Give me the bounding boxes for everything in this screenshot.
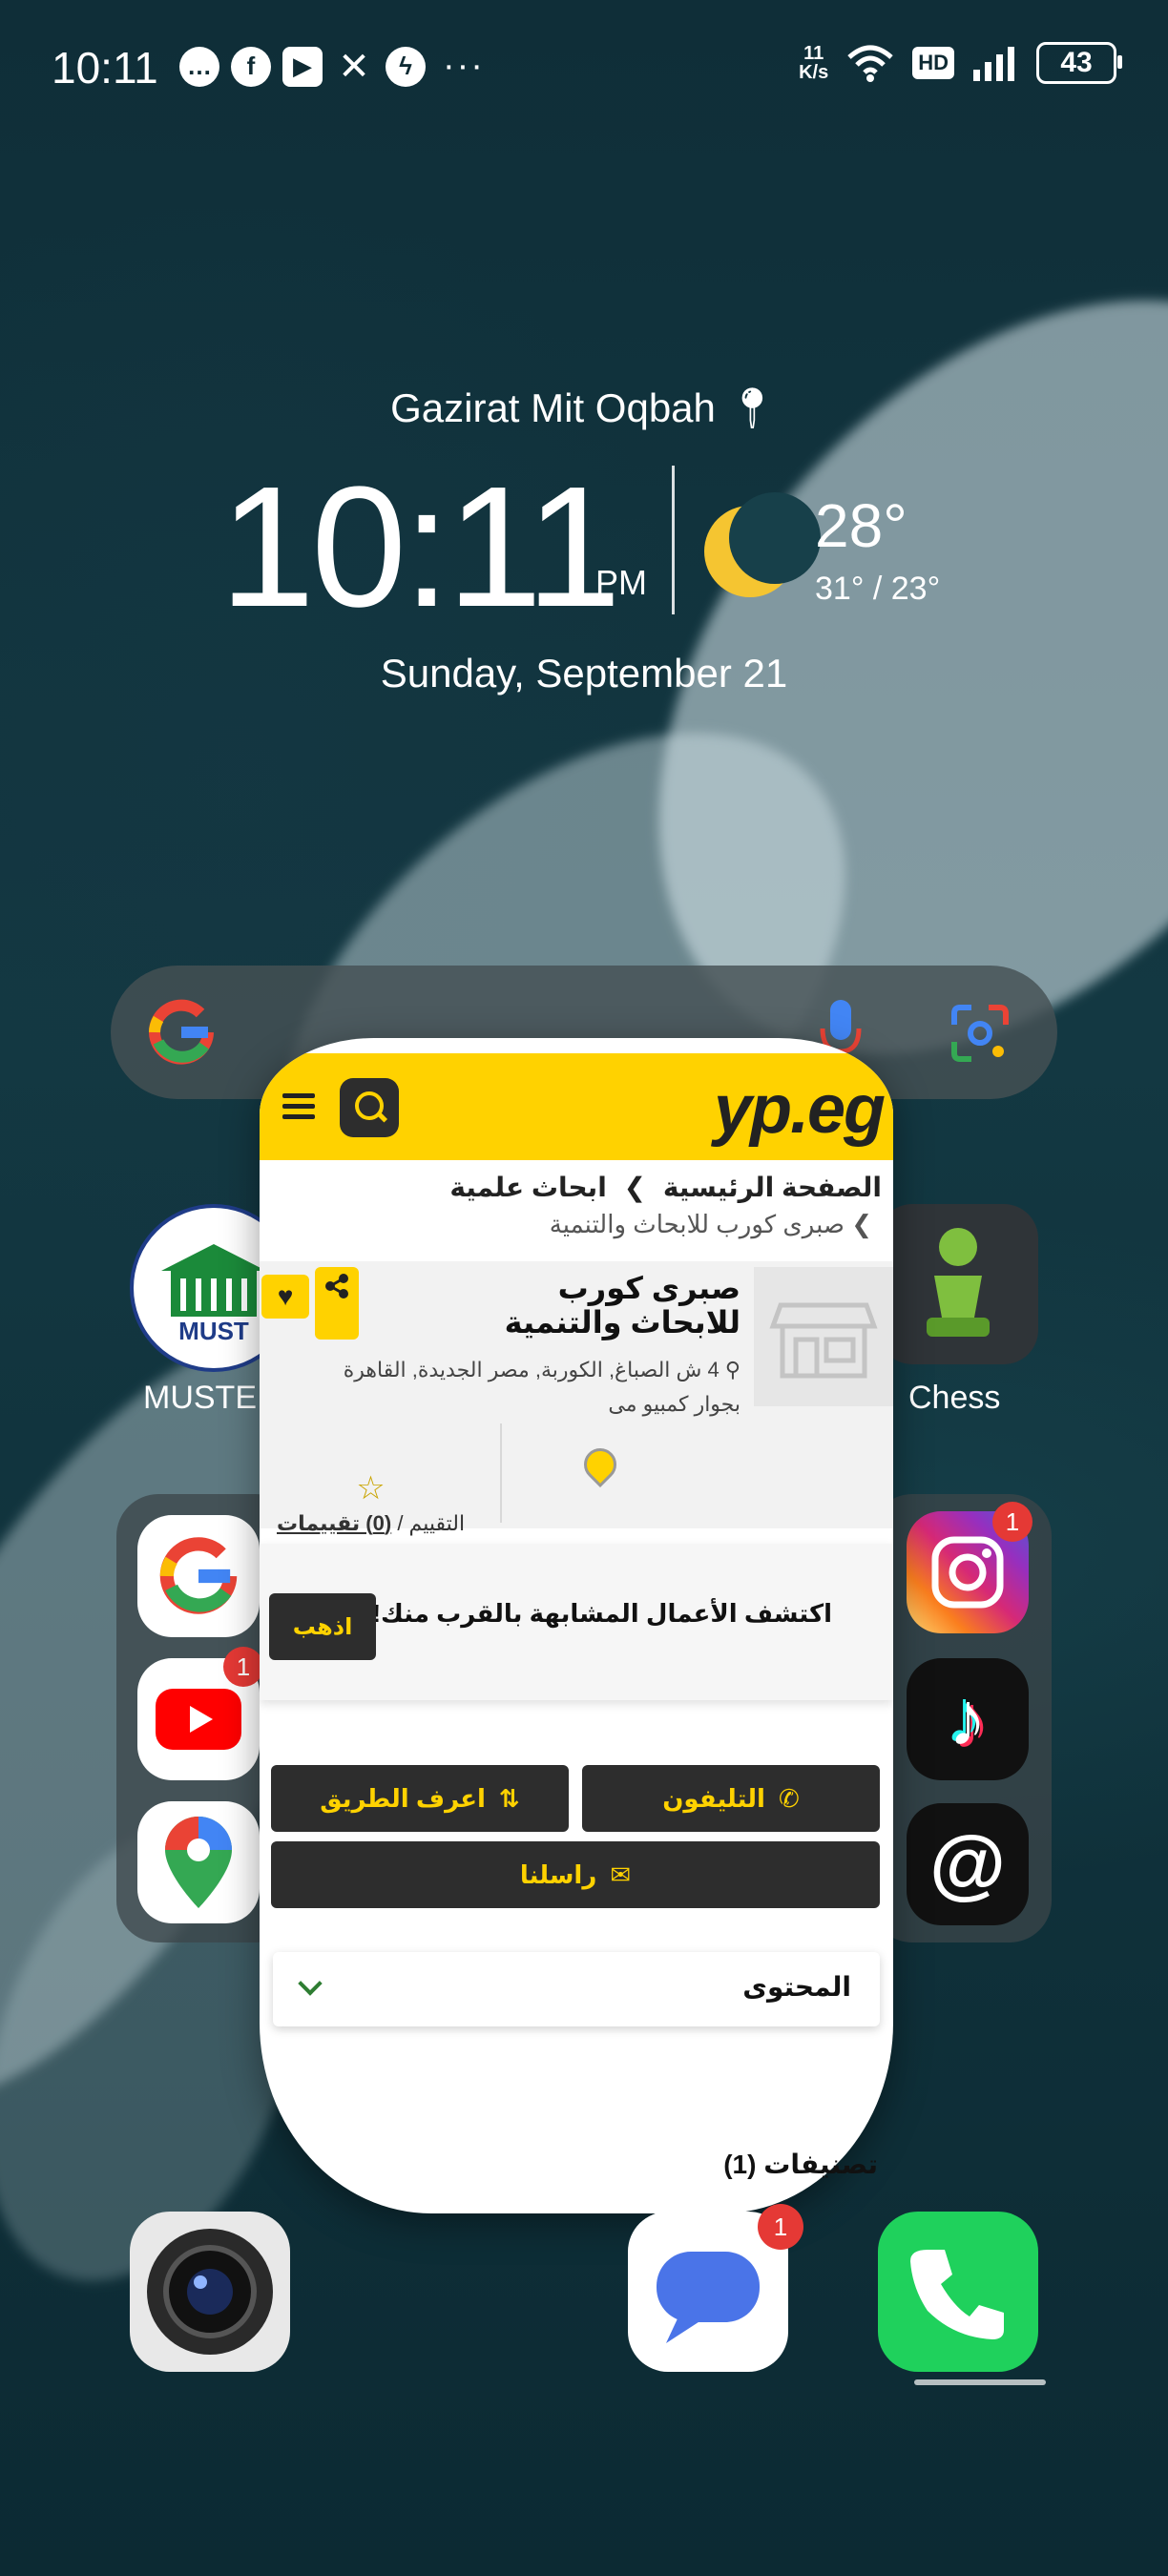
menu-icon[interactable] [282, 1088, 315, 1125]
phone-icon: ✆ [778, 1783, 800, 1813]
content-accordion[interactable]: المحتوى [273, 1952, 880, 2026]
share-icon [325, 1274, 348, 1298]
discover-banner: اكتشف الأعمال المشابهة بالقرب منك! اذهب [260, 1544, 893, 1700]
business-address: ⚲ 4 ش الصباغ, الكوربة, مصر الجديدة, القا… [292, 1353, 740, 1422]
message-button-label: راسلنا [519, 1859, 597, 1889]
chevron-down-icon [298, 1971, 323, 1996]
ratings-link[interactable]: (0) تقييمات [277, 1511, 391, 1535]
more-notifications-icon: ··· [443, 46, 485, 86]
yp-header: yp.eg [260, 1053, 893, 1160]
info-divider [500, 1423, 502, 1523]
current-temperature[interactable]: 28° [815, 490, 907, 561]
breadcrumb-current: ❯ صبرى كورب للابحاث والتنمية [549, 1210, 872, 1238]
business-card: صبرى كورب للابحاث والتنمية ⚲ 4 ش الصباغ,… [260, 1261, 893, 1535]
svg-text:MUST: MUST [178, 1317, 249, 1345]
must-app-label: MUSTE [143, 1380, 257, 1416]
business-name: صبرى كورب للابحاث والتنمية [504, 1271, 740, 1340]
chat-icon: … [179, 46, 219, 87]
rating-row: ☆ التقييم / (0) تقييمات [277, 1469, 465, 1536]
battery-icon: 43 [1036, 42, 1122, 84]
signpost-icon: ⇅ [498, 1783, 520, 1813]
categories-heading: تصنيفات (1) [723, 2150, 878, 2179]
discover-text: اكتشف الأعمال المشابهة بالقرب منك! [372, 1599, 832, 1628]
network-speed-unit: K/s [799, 62, 829, 83]
hd-voice-icon: HD [912, 47, 954, 79]
tiktok-note-icon: ♪ [949, 1676, 987, 1761]
status-time: 10:11 [52, 43, 158, 93]
phone-button[interactable]: التليفون ✆ [582, 1765, 880, 1832]
clock-time[interactable]: 10:11 [219, 448, 621, 646]
chess-app-label: Chess [908, 1380, 1001, 1416]
go-button[interactable]: اذهب [269, 1593, 376, 1660]
share-button[interactable] [315, 1267, 359, 1340]
clock-ampm: PM [595, 563, 647, 602]
star-icon: ☆ [356, 1470, 386, 1506]
address-pin-icon: ⚲ [724, 1358, 740, 1381]
tiktok-app-icon[interactable]: ♪ [907, 1658, 1029, 1780]
weather-location[interactable]: Gazirat Mit Oqbah 📍︎ [0, 385, 1168, 432]
directions-button-label: اعرف الطريق [320, 1783, 486, 1813]
status-bar: 10:11 … f ▶ ✕ ϟ ··· 11 K/s HD 43 [0, 0, 1168, 134]
threads-app-icon[interactable]: @ [907, 1803, 1029, 1925]
map-pin-icon[interactable] [576, 1441, 624, 1488]
location-label: Gazirat Mit Oqbah [390, 385, 716, 430]
maps-app-icon[interactable] [137, 1801, 260, 1923]
facebook-icon: f [231, 46, 271, 87]
breadcrumb-separator-icon: ❯ [623, 1173, 647, 1202]
widget-date[interactable]: Sunday, September 21 [0, 651, 1168, 696]
messages-badge: 1 [758, 2204, 803, 2250]
temperature-range: 31° / 23° [815, 571, 941, 607]
envelope-icon: ✉ [610, 1859, 632, 1889]
x-icon: ✕ [338, 45, 370, 88]
breadcrumb-home[interactable]: الصفحة الرئيسية [663, 1173, 882, 1202]
content-accordion-label: المحتوى [742, 1972, 851, 2002]
phone-handset-icon [910, 2250, 1004, 2339]
recent-app-card[interactable]: yp.eg الصفحة الرئيسية ❯ ابحاث علمية ❯ صب… [260, 1038, 893, 2213]
message-button[interactable]: راسلنا ✉ [271, 1841, 880, 1908]
google-lens-icon[interactable] [950, 1004, 1010, 1063]
chess-app-icon[interactable] [878, 1204, 1038, 1364]
network-speed: 11 K/s [799, 44, 828, 82]
messenger-icon: ϟ [386, 46, 426, 87]
battery-level: 43 [1060, 47, 1093, 78]
favorite-button[interactable]: ♥ [261, 1275, 309, 1319]
rating-label: التقييم / [397, 1511, 466, 1535]
breadcrumb: الصفحة الرئيسية ❯ ابحاث علمية [449, 1172, 882, 1203]
threads-logo-icon: @ [929, 1820, 1006, 1907]
gesture-bar[interactable] [914, 2379, 1046, 2385]
camera-app-icon[interactable] [130, 2212, 290, 2372]
heart-icon: ♥ [277, 1281, 294, 1311]
breadcrumb-category[interactable]: ابحاث علمية [449, 1173, 606, 1202]
directions-button[interactable]: اعرف الطريق ⇅ [271, 1765, 569, 1832]
wifi-icon [847, 45, 893, 82]
instagram-badge: 1 [992, 1502, 1032, 1542]
notification-icons: … f ▶ ✕ ϟ ··· [179, 45, 485, 88]
phone-button-label: التليفون [662, 1783, 765, 1813]
store-placeholder-icon [754, 1267, 893, 1406]
search-icon[interactable] [340, 1078, 399, 1137]
network-speed-value: 11 [803, 43, 824, 64]
widget-divider [672, 466, 675, 614]
google-logo-icon [145, 996, 218, 1082]
moon-icon [704, 492, 821, 597]
youtube-icon: ▶ [282, 46, 323, 87]
google-app-icon[interactable] [137, 1515, 260, 1637]
address-text: 4 ش الصباغ, الكوربة, مصر الجديدة, القاهر… [343, 1358, 740, 1416]
signal-icon [973, 47, 1014, 81]
youtube-badge: 1 [223, 1647, 263, 1687]
camera-lens-icon [147, 2229, 273, 2355]
phone-app-icon[interactable] [878, 2212, 1038, 2372]
yp-logo[interactable]: yp.eg [714, 1070, 886, 1149]
location-pin-icon: 📍︎ [726, 385, 778, 430]
